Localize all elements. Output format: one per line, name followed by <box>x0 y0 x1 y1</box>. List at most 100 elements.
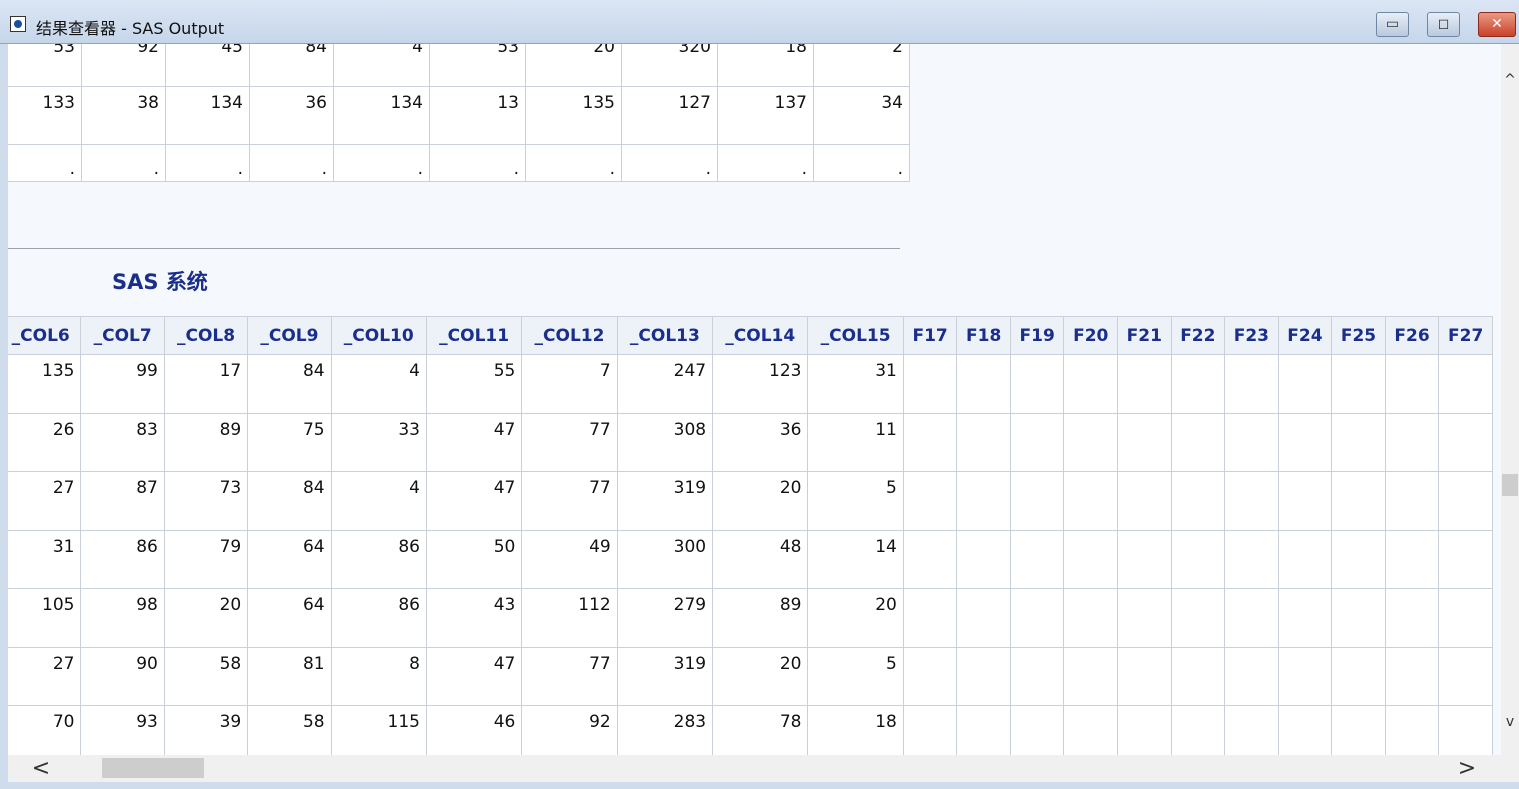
table-cell: . <box>165 144 250 182</box>
table-cell: 64 <box>247 529 332 589</box>
table-cell: 55 <box>425 354 523 414</box>
column-header: F24 <box>1277 316 1333 355</box>
table-row: 133 38 134 36 134 13 135 127 137 34 <box>8 86 910 145</box>
table-cell <box>1438 471 1493 531</box>
table-cell <box>1438 705 1493 755</box>
table-cell <box>1224 646 1279 706</box>
table-cell: 137 <box>717 86 814 145</box>
table-cell <box>1438 588 1493 648</box>
horizontal-scrollbar[interactable]: < > <box>8 755 1501 782</box>
table-cell <box>1009 646 1065 706</box>
column-header: F23 <box>1224 316 1279 355</box>
table-cell <box>1384 529 1440 589</box>
table-cell: 53 <box>429 44 526 87</box>
scroll-right-arrow-icon[interactable]: > <box>1452 755 1482 782</box>
table-cell <box>1117 588 1172 648</box>
table-cell: 89 <box>163 412 249 472</box>
table-cell: 4 <box>330 354 427 414</box>
table-cell <box>1331 354 1386 414</box>
table-cell: 8 <box>330 646 427 706</box>
column-header: F27 <box>1438 316 1493 355</box>
column-header: _COL8 <box>163 316 249 355</box>
table-cell: 77 <box>521 412 618 472</box>
table-cell: 64 <box>247 588 332 648</box>
scroll-left-arrow-icon[interactable]: < <box>26 755 56 782</box>
table-cell <box>1170 471 1226 531</box>
table-cell: 36 <box>712 412 809 472</box>
table-cell: 83 <box>80 412 165 472</box>
column-header: F22 <box>1170 316 1226 355</box>
column-header: _COL11 <box>425 316 523 355</box>
table-cell <box>1009 354 1065 414</box>
table-cell <box>1331 588 1386 648</box>
close-button[interactable]: ✕ <box>1478 12 1516 37</box>
table-cell <box>1170 588 1226 648</box>
column-header: F26 <box>1384 316 1440 355</box>
table-cell <box>1009 705 1065 755</box>
table-cell: 87 <box>80 471 165 531</box>
table-row: 27 87 73 84 4 47 77 319 20 5 <box>8 471 1493 531</box>
table-cell: 53 <box>8 44 82 87</box>
table-cell <box>1277 412 1333 472</box>
table-cell <box>956 705 1011 755</box>
table-cell <box>1277 529 1333 589</box>
table-cell: . <box>621 144 718 182</box>
table-cell <box>1117 646 1172 706</box>
column-header: F18 <box>956 316 1011 355</box>
column-header: F21 <box>1117 316 1172 355</box>
vertical-scroll-thumb[interactable] <box>1502 474 1518 496</box>
table-cell: . <box>249 144 334 182</box>
table-cell <box>1384 588 1440 648</box>
vertical-scrollbar[interactable]: ^ v <box>1501 44 1519 755</box>
table-cell: 247 <box>616 354 714 414</box>
horizontal-scroll-thumb[interactable] <box>102 758 204 778</box>
table-cell: 27 <box>8 646 82 706</box>
table-cell: 134 <box>333 86 430 145</box>
table-row: 53 92 45 84 4 53 20 320 18 2 <box>8 44 910 87</box>
table-cell: 31 <box>807 354 904 414</box>
close-icon: ✕ <box>1491 16 1503 32</box>
table-header-row: _COL6 _COL7 _COL8 _COL9 _COL10 _COL11 _COL12 _C… <box>8 316 1493 355</box>
table-cell: 75 <box>247 412 332 472</box>
table-cell: 133 <box>8 86 82 145</box>
table-cell: 81 <box>247 646 332 706</box>
table-row: 70 93 39 58 115 46 92 283 78 18 <box>8 705 1493 755</box>
table-cell: . <box>8 144 82 182</box>
table-cell <box>1331 471 1386 531</box>
scroll-up-arrow-icon[interactable]: ^ <box>1501 72 1519 88</box>
table-cell: 13 <box>429 86 526 145</box>
table-cell: 20 <box>712 646 809 706</box>
table-cell: . <box>81 144 166 182</box>
window-titlebar: 结果查看器 - SAS Output ▭ ◻ ✕ <box>0 0 1519 44</box>
column-header: F17 <box>902 316 958 355</box>
table-cell: . <box>813 144 910 182</box>
table-cell <box>1009 412 1065 472</box>
column-header: _COL14 <box>712 316 809 355</box>
table-cell <box>1117 529 1172 589</box>
table-cell <box>1384 646 1440 706</box>
table-cell <box>1063 529 1119 589</box>
maximize-button[interactable]: ◻ <box>1427 12 1460 37</box>
table-cell: 279 <box>616 588 714 648</box>
table-cell: 58 <box>163 646 249 706</box>
table-cell <box>1331 646 1386 706</box>
table-cell <box>1117 354 1172 414</box>
table-cell <box>1277 588 1333 648</box>
table-cell: 99 <box>80 354 165 414</box>
table-cell <box>956 354 1011 414</box>
minimize-button[interactable]: ▭ <box>1376 12 1409 37</box>
table-cell <box>956 529 1011 589</box>
table-cell: 70 <box>8 705 82 755</box>
table-cell: 27 <box>8 471 82 531</box>
table-cell <box>902 412 958 472</box>
table-cell: 300 <box>616 529 714 589</box>
table-cell: 73 <box>163 471 249 531</box>
table-cell: 92 <box>81 44 166 87</box>
table-cell <box>1009 471 1065 531</box>
top-output-table: 53 92 45 84 4 53 20 320 18 2 133 38 134 36 134 13 135 127… <box>8 44 910 182</box>
scroll-down-arrow-icon[interactable]: v <box>1501 714 1519 730</box>
table-cell <box>902 529 958 589</box>
table-cell: 86 <box>330 529 427 589</box>
column-header: F19 <box>1009 316 1065 355</box>
column-header: _COL10 <box>330 316 427 355</box>
